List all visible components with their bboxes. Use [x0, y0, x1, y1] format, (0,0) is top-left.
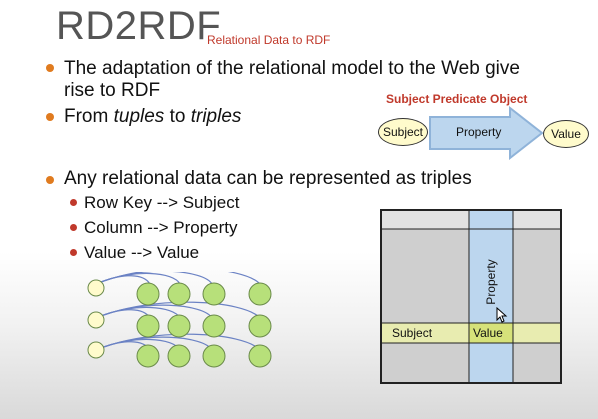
- bullet-dot: [46, 64, 54, 72]
- property-label: Property: [456, 125, 502, 139]
- bullet-2: From tuples to triples: [64, 106, 241, 128]
- bullet-2-em-tuples: tuples: [113, 106, 165, 127]
- subject-node-label: Subject: [382, 125, 424, 139]
- bullet-2-em-triples: triples: [190, 106, 242, 127]
- bullet-dot: [46, 176, 54, 184]
- bullet-dot: [46, 113, 54, 121]
- subbullet-1: Row Key --> Subject: [84, 193, 240, 212]
- cursor-icon: [496, 307, 508, 323]
- slide-subtitle: Relational Data to RDF: [207, 33, 331, 47]
- subbullet-3: Value --> Value: [84, 243, 200, 262]
- table-grid: [382, 211, 560, 382]
- subject-node: Subject: [378, 118, 428, 146]
- bullet-1-line-1: The adaptation of the relational model t…: [64, 58, 520, 79]
- spo-heading: Subject Predicate Object: [386, 92, 528, 106]
- bullet-3: Any relational data can be represented a…: [64, 168, 472, 189]
- subbullet-dot: [70, 224, 77, 231]
- column-label: Property: [484, 259, 498, 305]
- slide-title: RD2RDF: [56, 4, 222, 48]
- value-node-label: Value: [551, 127, 581, 141]
- value-node: Value: [543, 120, 589, 148]
- cell-label: Value: [473, 326, 503, 340]
- tuple-graph-diagram: [87, 272, 272, 368]
- subbullet-dot: [70, 249, 77, 256]
- subbullet-2: Column --> Property: [84, 218, 238, 237]
- bullet-2-pre: From: [64, 106, 114, 127]
- bullet-2-mid: to: [164, 106, 191, 127]
- relational-table-diagram: Property Subject Value: [380, 209, 562, 384]
- row-label: Subject: [392, 326, 433, 340]
- subbullet-dot: [70, 199, 77, 206]
- bullet-1-line-2: rise to RDF: [64, 80, 161, 101]
